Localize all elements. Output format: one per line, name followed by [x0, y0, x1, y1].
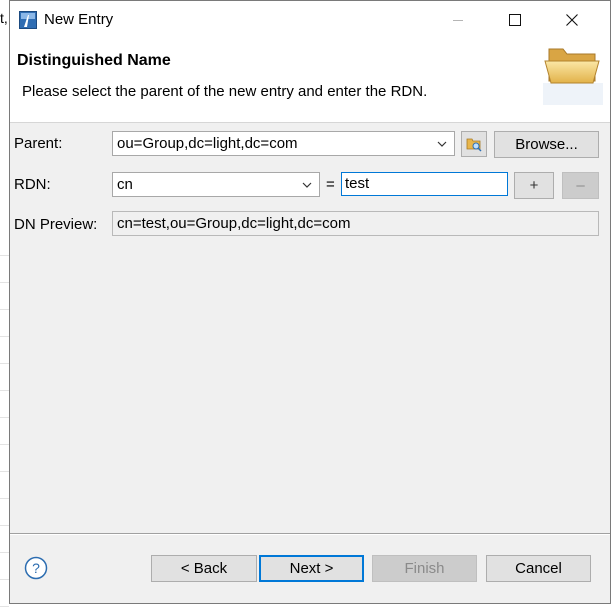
background-row — [0, 390, 9, 418]
chevron-down-icon — [301, 173, 313, 196]
equals-sign: = — [326, 176, 335, 193]
window-title: New Entry — [44, 11, 114, 28]
rdn-attribute-combo[interactable]: cn — [112, 172, 320, 197]
parent-value: ou=Group,dc=light,dc=com — [117, 135, 298, 152]
folder-search-icon — [466, 138, 482, 152]
help-button[interactable]: ? — [24, 556, 48, 580]
folder-icon — [543, 39, 603, 105]
background-row — [0, 282, 9, 310]
new-entry-dialog: New Entry Distinguished Name Please sele… — [9, 0, 611, 604]
rdn-value-input[interactable]: test — [341, 172, 508, 196]
background-window: t, — [0, 0, 9, 610]
back-button-label: < Back — [180, 560, 228, 577]
next-button-label: Next > — [289, 560, 334, 577]
parent-label: Parent: — [14, 135, 63, 152]
background-row — [0, 363, 9, 391]
footer-separator — [10, 533, 610, 535]
rdn-label: RDN: — [14, 176, 51, 193]
background-row — [0, 579, 9, 607]
back-button[interactable]: < Back — [151, 555, 257, 582]
background-row — [0, 336, 9, 364]
help-icon: ? — [24, 556, 48, 580]
remove-rdn-button[interactable]: – — [562, 172, 599, 199]
background-row — [0, 471, 9, 499]
entry-search-button[interactable] — [461, 131, 487, 157]
background-row — [0, 444, 9, 472]
background-row — [0, 552, 9, 580]
background-row — [0, 498, 9, 526]
add-rdn-button[interactable]: + — [514, 172, 554, 199]
background-row — [0, 525, 9, 553]
background-row — [0, 228, 9, 256]
background-row — [0, 417, 9, 445]
background-text-fragment: t, — [0, 10, 8, 26]
browse-button[interactable]: Browse... — [494, 131, 599, 158]
parent-combo[interactable]: ou=Group,dc=light,dc=com — [112, 131, 455, 156]
title-bar[interactable]: New Entry — [10, 1, 610, 39]
dn-preview-field: cn=test,ou=Group,dc=light,dc=com — [112, 211, 599, 236]
next-button[interactable]: Next > — [259, 555, 364, 582]
wizard-header: Distinguished Name Please select the par… — [10, 39, 610, 123]
page-title: Distinguished Name — [17, 52, 171, 69]
chevron-down-icon — [436, 132, 448, 155]
cancel-button[interactable]: Cancel — [486, 555, 591, 582]
background-row — [0, 309, 9, 337]
background-row — [0, 255, 9, 283]
dn-preview-label: DN Preview: — [14, 216, 98, 233]
app-icon — [19, 11, 37, 29]
rdn-attribute-value: cn — [117, 176, 133, 193]
maximize-button[interactable] — [492, 1, 538, 39]
close-button[interactable] — [549, 1, 595, 39]
minimize-button[interactable] — [435, 1, 481, 39]
finish-button[interactable]: Finish — [372, 555, 477, 582]
page-description: Please select the parent of the new entr… — [22, 83, 428, 100]
cancel-button-label: Cancel — [515, 560, 562, 577]
svg-text:?: ? — [32, 560, 40, 576]
finish-button-label: Finish — [404, 560, 445, 577]
